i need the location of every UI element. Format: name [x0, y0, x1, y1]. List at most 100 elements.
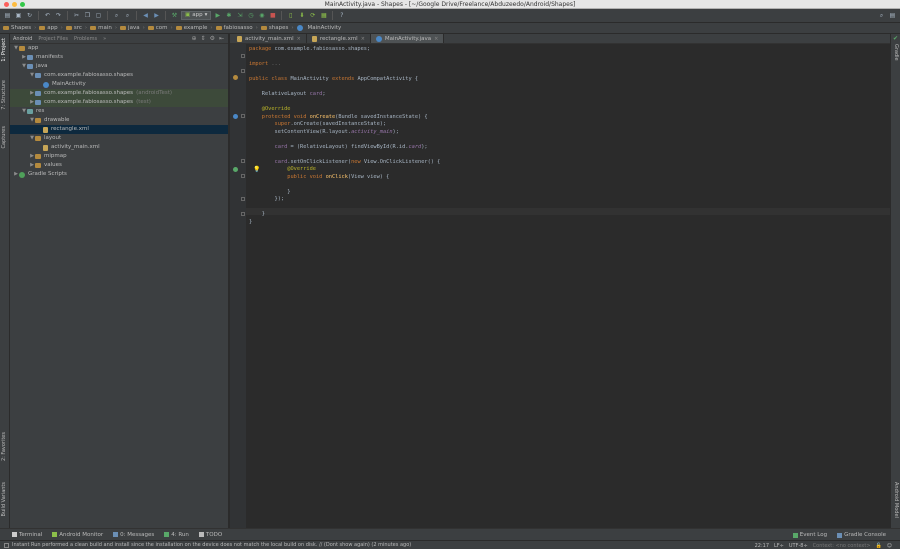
- tree-item[interactable]: ▶ com.example.fabiosasso.shapes (androidTe…: [10, 89, 228, 98]
- tab-gradle[interactable]: Gradle: [893, 44, 899, 61]
- tree-item[interactable]: ▼ app: [10, 44, 228, 53]
- caret-position[interactable]: 22:17: [755, 543, 769, 549]
- paste-icon[interactable]: ▢: [94, 11, 103, 20]
- code-line[interactable]: [249, 204, 440, 212]
- fold-marker-icon[interactable]: [241, 54, 245, 58]
- debug-icon[interactable]: ✱: [224, 11, 233, 20]
- fold-marker-icon[interactable]: [241, 159, 245, 163]
- tree-item[interactable]: ▼ com.example.fabiosasso.shapes: [10, 71, 228, 80]
- code-line[interactable]: import ...: [249, 61, 440, 69]
- fold-marker-icon[interactable]: [241, 114, 245, 118]
- breadcrumb-item[interactable]: main: [90, 25, 112, 31]
- open-icon[interactable]: ▤: [3, 11, 12, 20]
- maximize-window-button[interactable]: [20, 2, 25, 7]
- tab-android[interactable]: Android: [13, 36, 32, 42]
- fold-marker-icon[interactable]: [241, 69, 245, 73]
- code-line[interactable]: [249, 99, 440, 107]
- lock-icon[interactable]: 🔓: [876, 543, 882, 549]
- code-line[interactable]: [249, 151, 440, 159]
- cut-icon[interactable]: ✂: [72, 11, 81, 20]
- stop-icon[interactable]: ■: [268, 11, 277, 20]
- tree-item[interactable]: ▶ com.example.fabiosasso.shapes (test): [10, 98, 228, 107]
- class-gutter-icon[interactable]: [233, 75, 238, 80]
- code-line[interactable]: [249, 69, 440, 77]
- run-icon[interactable]: ▶: [213, 11, 222, 20]
- tree-item[interactable]: ▶ Gradle Scripts: [10, 170, 228, 179]
- code-area[interactable]: package com.example.fabiosasso.shapes; i…: [249, 46, 440, 226]
- back-icon[interactable]: ◀: [141, 11, 150, 20]
- tree-item[interactable]: activity_main.xml: [10, 143, 228, 152]
- coverage-icon[interactable]: ◉: [257, 11, 266, 20]
- more-tabs-icon[interactable]: »: [103, 36, 106, 42]
- tree-item[interactable]: ▼ drawable: [10, 116, 228, 125]
- close-tab-icon[interactable]: ×: [434, 36, 438, 42]
- file-encoding[interactable]: UTF-8÷: [789, 543, 808, 549]
- hide-panel-icon[interactable]: ⇤: [219, 35, 224, 42]
- run-config-select[interactable]: ▣ app ▾: [181, 11, 212, 20]
- fold-marker-icon[interactable]: [241, 174, 245, 178]
- editor-tab[interactable]: activity_main.xml ×: [232, 34, 307, 43]
- tree-item[interactable]: ▼ layout: [10, 134, 228, 143]
- search-everywhere-icon[interactable]: ⌕: [877, 11, 886, 20]
- save-icon[interactable]: ▣: [14, 11, 23, 20]
- avd-icon[interactable]: ▯: [286, 11, 295, 20]
- profile-icon[interactable]: ◷: [246, 11, 255, 20]
- breadcrumb-item[interactable]: example: [175, 25, 207, 31]
- code-line[interactable]: public void onClick(View view) {: [249, 174, 440, 182]
- breadcrumb-item[interactable]: MainActivity: [296, 25, 341, 31]
- code-line[interactable]: protected void onCreate(Bundle savedInst…: [249, 114, 440, 122]
- code-line[interactable]: });: [249, 196, 440, 204]
- code-line[interactable]: [249, 54, 440, 62]
- tab-captures[interactable]: Captures: [1, 126, 7, 149]
- code-line[interactable]: @Override: [249, 166, 440, 174]
- override-gutter-icon[interactable]: [233, 114, 238, 119]
- breadcrumb-item[interactable]: app: [39, 25, 58, 31]
- code-line[interactable]: @Override: [249, 106, 440, 114]
- tool-window-button[interactable]: Gradle Console: [837, 532, 886, 538]
- event-indicator-icon[interactable]: ▤: [888, 11, 897, 20]
- tree-item[interactable]: ▶ values: [10, 161, 228, 170]
- breadcrumb-item[interactable]: com: [147, 25, 168, 31]
- undo-icon[interactable]: ↶: [43, 11, 52, 20]
- tab-structure[interactable]: 7: Structure: [1, 80, 7, 110]
- copy-icon[interactable]: ❐: [83, 11, 92, 20]
- line-separator[interactable]: LF÷: [774, 543, 784, 549]
- breadcrumb-item[interactable]: Shapes: [3, 25, 31, 31]
- tree-item[interactable]: rectangle.xml: [10, 125, 228, 134]
- fold-marker-icon[interactable]: [241, 212, 245, 216]
- gradle-sync-icon[interactable]: ⟳: [308, 11, 317, 20]
- gear-icon[interactable]: ⚙: [210, 35, 215, 42]
- scroll-to-source-icon[interactable]: ⊕: [192, 35, 197, 42]
- hector-icon[interactable]: ☺: [887, 543, 892, 549]
- tree-item[interactable]: ▼ res: [10, 107, 228, 116]
- code-line[interactable]: card.setOnClickListener(new View.OnClick…: [249, 159, 441, 167]
- tool-window-button[interactable]: Android Monitor: [52, 532, 103, 538]
- build-icon[interactable]: ⚒: [170, 11, 179, 20]
- code-line[interactable]: [249, 181, 440, 189]
- close-window-button[interactable]: [4, 2, 9, 7]
- override-gutter-icon[interactable]: [233, 167, 238, 172]
- tree-item[interactable]: ▶ manifests: [10, 53, 228, 62]
- breadcrumb-item[interactable]: java: [120, 25, 140, 31]
- replace-icon[interactable]: ⌕: [123, 11, 132, 20]
- editor-tab[interactable]: MainActivity.java ×: [370, 34, 445, 43]
- code-line[interactable]: public class MainActivity extends AppCom…: [249, 76, 440, 84]
- close-tab-icon[interactable]: ×: [297, 36, 301, 42]
- tab-problems[interactable]: Problems: [74, 36, 97, 42]
- code-line[interactable]: [249, 136, 440, 144]
- code-line[interactable]: }: [249, 211, 440, 219]
- code-line[interactable]: card = (RelativeLayout) findViewById(R.i…: [249, 144, 440, 152]
- redo-icon[interactable]: ↷: [54, 11, 63, 20]
- help-icon[interactable]: ?: [337, 11, 346, 20]
- code-line[interactable]: }: [249, 189, 440, 197]
- tree-item[interactable]: MainActivity: [10, 80, 228, 89]
- editor-tab[interactable]: rectangle.xml ×: [307, 34, 371, 43]
- tree-item[interactable]: ▶ mipmap: [10, 152, 228, 161]
- code-line[interactable]: }: [249, 219, 440, 227]
- tab-project-files[interactable]: Project Files: [38, 36, 68, 42]
- tab-favorites[interactable]: 2: Favorites: [1, 432, 7, 461]
- breadcrumb-item[interactable]: shapes: [260, 25, 288, 31]
- code-editor[interactable]: activity_main.xml × rectangle.xml × MainActi…: [230, 34, 890, 528]
- find-icon[interactable]: ⌕: [112, 11, 121, 20]
- breadcrumb-item[interactable]: fabiosasso: [215, 25, 253, 31]
